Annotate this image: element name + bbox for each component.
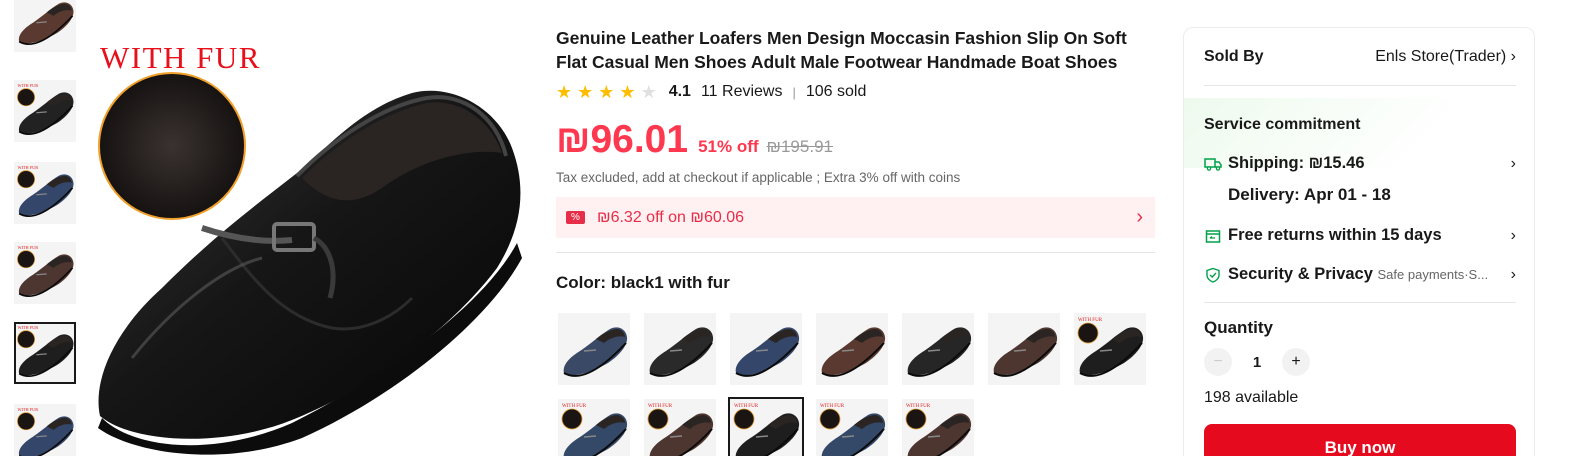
chevron-right-icon: › bbox=[1510, 265, 1516, 283]
price-row: ₪96.01 51% off ₪195.91 bbox=[556, 118, 1156, 162]
loafer-shoe-image bbox=[98, 72, 522, 455]
main-product-image[interactable]: WITH FUR bbox=[92, 28, 532, 456]
free-returns-row[interactable]: Free returns within 15 days › bbox=[1204, 226, 1516, 245]
chevron-right-icon: › bbox=[1510, 154, 1516, 172]
color-label: Color: black1 with fur bbox=[556, 273, 1156, 293]
with-fur-label: WITH FUR bbox=[100, 40, 261, 75]
star-icon: ★ bbox=[619, 82, 636, 102]
color-swatch[interactable] bbox=[730, 313, 802, 385]
coupon-bar[interactable]: % ₪6.32 off on ₪60.06 › bbox=[556, 197, 1155, 238]
service-commitment-title: Service commitment bbox=[1204, 116, 1361, 133]
color-swatch[interactable] bbox=[902, 313, 974, 385]
color-swatch[interactable] bbox=[558, 313, 630, 385]
color-swatch[interactable] bbox=[816, 313, 888, 385]
buy-now-button[interactable]: Buy now bbox=[1204, 424, 1516, 456]
tax-note: Tax excluded, add at checkout if applica… bbox=[556, 170, 961, 185]
sold-by-row[interactable]: Sold By Enls Store(Trader) › bbox=[1204, 48, 1516, 66]
current-price: ₪96.01 bbox=[556, 118, 689, 161]
free-returns-text: Free returns within 15 days bbox=[1228, 226, 1442, 244]
color-swatch[interactable] bbox=[644, 313, 716, 385]
svg-text:WITH FUR: WITH FUR bbox=[17, 165, 38, 170]
rating-row: ★ ★ ★ ★ ★ 4.1 11 Reviews | 106 sold bbox=[556, 82, 1156, 102]
separator: | bbox=[792, 84, 796, 100]
truck-icon bbox=[1204, 155, 1222, 173]
quantity-label: Quantity bbox=[1204, 318, 1273, 337]
product-info: Genuine Leather Loafers Men Design Mocca… bbox=[556, 26, 1156, 456]
svg-text:WITH FUR: WITH FUR bbox=[17, 83, 38, 88]
discount-badge: 51% off bbox=[698, 137, 759, 156]
color-swatch[interactable]: WITH FUR bbox=[644, 399, 716, 456]
shield-check-icon bbox=[1204, 266, 1222, 284]
thumbnail-image[interactable]: WITH FUR bbox=[14, 404, 76, 456]
svg-text:WITH FUR: WITH FUR bbox=[1078, 318, 1103, 323]
color-swatch[interactable]: WITH FUR bbox=[902, 399, 974, 456]
svg-text:WITH FUR: WITH FUR bbox=[562, 404, 587, 409]
thumbnail-image[interactable] bbox=[14, 0, 76, 52]
svg-text:WITH FUR: WITH FUR bbox=[17, 325, 38, 330]
original-price: ₪195.91 bbox=[766, 137, 833, 156]
quantity-value[interactable]: 1 bbox=[1232, 354, 1282, 371]
star-icon: ★ bbox=[640, 82, 657, 102]
percent-tag-icon: % bbox=[566, 211, 585, 224]
quantity-stepper: − 1 + bbox=[1204, 348, 1310, 376]
rating-stars: ★ ★ ★ ★ ★ bbox=[556, 83, 657, 101]
product-title: Genuine Leather Loafers Men Design Mocca… bbox=[556, 28, 1127, 72]
coupon-text: ₪6.32 off on ₪60.06 bbox=[597, 208, 744, 226]
svg-text:WITH FUR: WITH FUR bbox=[820, 404, 845, 409]
security-subtext: Safe payments·S... bbox=[1377, 267, 1489, 282]
selected-color-name: black1 with fur bbox=[610, 273, 730, 292]
thumbnail-image[interactable]: WITH FUR bbox=[14, 162, 76, 224]
svg-text:WITH FUR: WITH FUR bbox=[906, 404, 931, 409]
decrease-quantity-button[interactable]: − bbox=[1204, 348, 1232, 376]
available-stock: 198 available bbox=[1204, 389, 1299, 406]
color-swatch[interactable]: WITH FUR bbox=[558, 399, 630, 456]
security-title: Security & Privacy bbox=[1228, 265, 1373, 283]
svg-text:WITH FUR: WITH FUR bbox=[17, 407, 38, 412]
thumbnail-image[interactable]: WITH FUR bbox=[14, 80, 76, 142]
svg-text:WITH FUR: WITH FUR bbox=[648, 404, 673, 409]
color-swatch[interactable]: WITH FUR bbox=[728, 397, 804, 456]
color-swatch[interactable]: WITH FUR bbox=[1074, 313, 1146, 385]
divider bbox=[1204, 85, 1516, 86]
shipping-row[interactable]: Shipping: ₪15.46 › bbox=[1204, 154, 1516, 173]
increase-quantity-button[interactable]: + bbox=[1282, 348, 1310, 376]
thumbnail-list: WITH FUR WITH FUR WITH FUR WITH FUR WITH FUR bbox=[14, 0, 76, 456]
sold-by-label: Sold By bbox=[1204, 48, 1264, 65]
star-icon: ★ bbox=[556, 82, 573, 102]
thumbnail-image[interactable]: WITH FUR bbox=[14, 322, 76, 384]
divider bbox=[556, 252, 1155, 253]
color-swatch[interactable] bbox=[988, 313, 1060, 385]
color-swatch[interactable]: WITH FUR bbox=[816, 399, 888, 456]
chevron-right-icon: › bbox=[1510, 226, 1516, 244]
security-text: Security & Privacy Safe payments·S... bbox=[1228, 265, 1511, 284]
shipping-text: Shipping: ₪15.46 bbox=[1228, 154, 1365, 172]
star-icon: ★ bbox=[577, 82, 594, 102]
chevron-right-icon: › bbox=[1510, 48, 1516, 65]
return-box-icon bbox=[1204, 227, 1222, 245]
store-name: Enls Store(Trader) bbox=[1375, 48, 1507, 65]
sold-count: 106 sold bbox=[805, 83, 867, 100]
purchase-panel: Sold By Enls Store(Trader) › Service com… bbox=[1183, 27, 1535, 456]
star-icon: ★ bbox=[598, 82, 615, 102]
svg-text:WITH FUR: WITH FUR bbox=[734, 404, 759, 409]
divider bbox=[1204, 302, 1516, 303]
reviews-link[interactable]: 11 Reviews bbox=[701, 83, 783, 101]
svg-text:WITH FUR: WITH FUR bbox=[17, 245, 38, 250]
thumbnail-image[interactable]: WITH FUR bbox=[14, 242, 76, 304]
rating-value: 4.1 bbox=[668, 83, 691, 100]
delivery-text: Delivery: Apr 01 - 18 bbox=[1228, 185, 1391, 204]
color-label-prefix: Color: bbox=[556, 273, 607, 292]
security-row[interactable]: Security & Privacy Safe payments·S... › bbox=[1204, 265, 1516, 284]
store-link[interactable]: Enls Store(Trader) › bbox=[1375, 48, 1516, 66]
chevron-right-icon: › bbox=[1136, 206, 1143, 228]
